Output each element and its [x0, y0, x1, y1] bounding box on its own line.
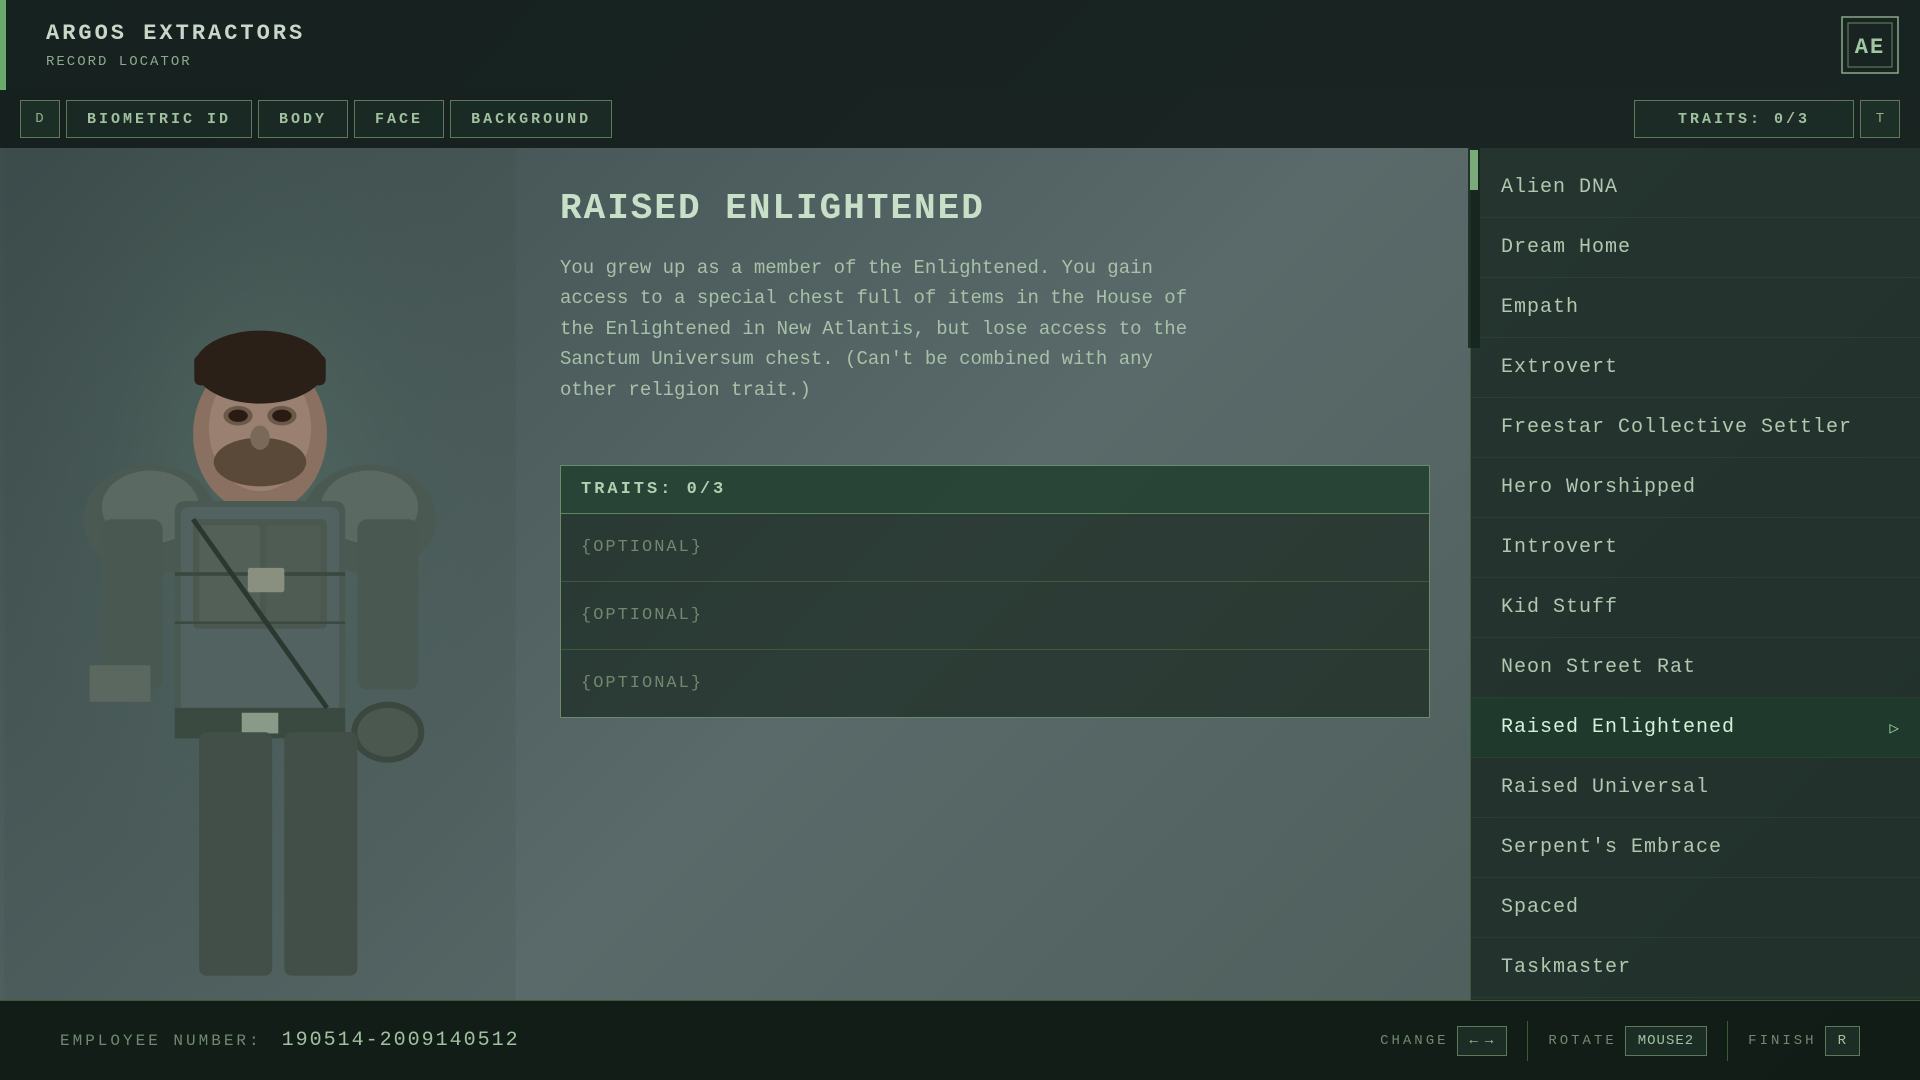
- traits-count-button[interactable]: TRAITS: 0/3: [1634, 100, 1854, 138]
- scrollbar[interactable]: [1468, 148, 1480, 348]
- trait-item-spaced[interactable]: Spaced: [1471, 878, 1920, 938]
- top-bar: ARGOS EXTRACTORS RECORD LOCATOR AE: [0, 0, 1920, 90]
- face-button[interactable]: FACE: [354, 100, 444, 138]
- top-bar-left: ARGOS EXTRACTORS RECORD LOCATOR: [6, 0, 466, 90]
- finish-action: FINISH R: [1748, 1026, 1860, 1056]
- divider-1: [1527, 1021, 1528, 1061]
- trait-item-raised-universal[interactable]: Raised Universal: [1471, 758, 1920, 818]
- bottom-actions: CHANGE ← → ROTATE MOUSE2 FINISH R: [1380, 1021, 1860, 1061]
- company-name: ARGOS EXTRACTORS: [6, 13, 466, 50]
- employee-label: EMPLOYEE NUMBER:: [60, 1032, 262, 1050]
- change-label: CHANGE: [1380, 1033, 1448, 1049]
- trait-item-kid-stuff[interactable]: Kid Stuff: [1471, 578, 1920, 638]
- svg-text:AE: AE: [1855, 35, 1885, 60]
- trait-item-extrovert[interactable]: Extrovert: [1471, 338, 1920, 398]
- trait-item-alien-dna[interactable]: Alien DNA: [1471, 158, 1920, 218]
- trait-item-hero-worshipped[interactable]: Hero Worshipped: [1471, 458, 1920, 518]
- divider-2: [1727, 1021, 1728, 1061]
- biometric-id-button[interactable]: BIOMETRIC ID: [66, 100, 252, 138]
- main-content: Raised Enlightened You grew up as a memb…: [520, 148, 1470, 1000]
- change-left-icon: ←: [1470, 1033, 1479, 1049]
- traits-slot-2[interactable]: {OPTIONAL}: [561, 582, 1429, 650]
- logo-area: AE: [1840, 15, 1900, 75]
- record-locator: RECORD LOCATOR: [6, 50, 466, 78]
- d-button[interactable]: D: [20, 100, 60, 138]
- selected-trait-title: Raised Enlightened: [560, 188, 1430, 229]
- t-button[interactable]: T: [1860, 100, 1900, 138]
- trait-item-raised-enlightened[interactable]: Raised Enlightened: [1471, 698, 1920, 758]
- trait-item-empath[interactable]: Empath: [1471, 278, 1920, 338]
- nav-bar: D BIOMETRIC ID BODY FACE BACKGROUND TRAI…: [0, 90, 1920, 148]
- change-right-icon: →: [1485, 1033, 1494, 1049]
- ae-logo-icon: AE: [1840, 15, 1900, 75]
- trait-item-freestar[interactable]: Freestar Collective Settler: [1471, 398, 1920, 458]
- employee-number: 190514-2009140512: [282, 1029, 520, 1052]
- traits-selection-panel: TRAITS: 0/3 {OPTIONAL} {OPTIONAL} {OPTIO…: [560, 465, 1430, 718]
- trait-item-dream-home[interactable]: Dream Home: [1471, 218, 1920, 278]
- scrollbar-thumb[interactable]: [1470, 150, 1478, 190]
- body-button[interactable]: BODY: [258, 100, 348, 138]
- rotate-action: ROTATE MOUSE2: [1548, 1026, 1707, 1056]
- trait-item-taskmaster[interactable]: Taskmaster: [1471, 938, 1920, 998]
- change-keys[interactable]: ← →: [1457, 1026, 1508, 1056]
- finish-key[interactable]: R: [1825, 1026, 1860, 1056]
- character-portrait-area: [0, 148, 520, 1000]
- traits-slot-3[interactable]: {OPTIONAL}: [561, 650, 1429, 717]
- trait-item-neon-street-rat[interactable]: Neon Street Rat: [1471, 638, 1920, 698]
- trait-item-introvert[interactable]: Introvert: [1471, 518, 1920, 578]
- character-figure: [0, 148, 520, 1000]
- finish-label: FINISH: [1748, 1033, 1816, 1049]
- traits-slot-1[interactable]: {OPTIONAL}: [561, 514, 1429, 582]
- bottom-bar: EMPLOYEE NUMBER: 190514-2009140512 CHANG…: [0, 1000, 1920, 1080]
- traits-panel-header: TRAITS: 0/3: [561, 466, 1429, 514]
- trait-item-serpents-embrace[interactable]: Serpent's Embrace: [1471, 818, 1920, 878]
- selected-trait-description: You grew up as a member of the Enlighten…: [560, 253, 1200, 405]
- rotate-key[interactable]: MOUSE2: [1625, 1026, 1707, 1056]
- rotate-label: ROTATE: [1548, 1033, 1616, 1049]
- traits-sidebar[interactable]: Alien DNA Dream Home Empath Extrovert Fr…: [1470, 148, 1920, 1000]
- background-button[interactable]: BACKGROUND: [450, 100, 612, 138]
- change-action: CHANGE ← →: [1380, 1026, 1507, 1056]
